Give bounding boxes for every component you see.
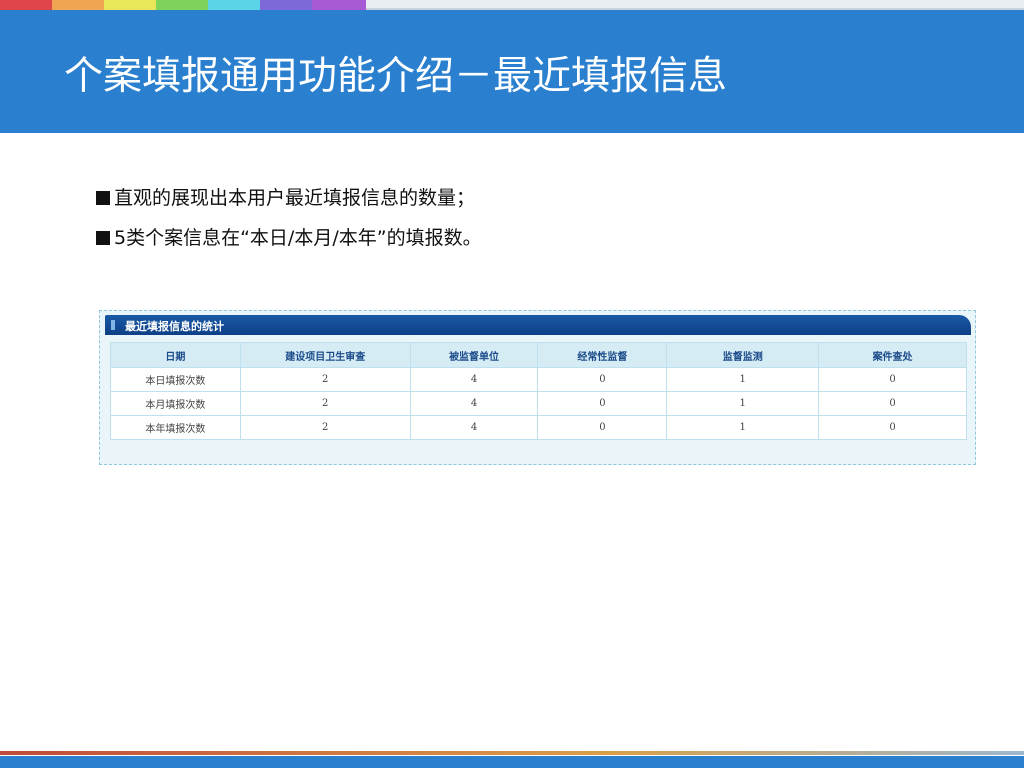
table-row: 本日填报次数 2 4 0 1 0 [110,367,967,392]
row-label: 本月填报次数 [110,391,241,416]
table-cell: 2 [239,415,411,440]
row-label: 本日填报次数 [110,367,241,392]
table-cell: 0 [818,415,967,440]
stripe-segment-yellow [104,0,156,10]
table-cell: 4 [409,415,539,440]
stripe-segment-green [156,0,208,10]
table-cell: 0 [537,367,668,392]
stripe-segment-purple [312,0,366,10]
bottom-band [0,756,1024,768]
table-cell: 2 [239,391,411,416]
table-cell: 4 [409,391,539,416]
row-label: 本年填报次数 [110,415,241,440]
column-header: 建设项目卫生审查 [239,342,411,368]
table-cell: 4 [409,367,539,392]
stripe-segment-orange [52,0,104,10]
column-header: 案件查处 [818,342,967,368]
bullet-item: 直观的展现出本用户最近填报信息的数量； [96,178,976,218]
stats-table: 日期 建设项目卫生审查 被监督单位 经常性监督 监督监测 案件查处 本日填报次数… [110,342,967,440]
top-color-stripe [0,0,1024,10]
stats-panel: 最近填报信息的统计 日期 建设项目卫生审查 被监督单位 经常性监督 监督监测 案… [99,310,976,465]
column-header: 日期 [110,342,241,368]
bottom-divider-line [0,751,1024,755]
square-bullet-icon [96,191,110,205]
column-header: 经常性监督 [537,342,668,368]
stripe-segment-cyan [208,0,260,10]
slide-title: 个案填报通用功能介绍－最近填报信息 [64,54,728,99]
table-cell: 2 [239,367,411,392]
column-header: 被监督单位 [409,342,539,368]
panel-title-bar: 最近填报信息的统计 [105,315,971,335]
bullet-text: 5类个案信息在“本日/本月/本年”的填报数。 [114,227,482,249]
table-cell: 0 [537,415,668,440]
bullet-list: 直观的展现出本用户最近填报信息的数量； 5类个案信息在“本日/本月/本年”的填报… [96,178,976,258]
column-header: 监督监测 [666,342,820,368]
square-bullet-icon [96,231,110,245]
table-cell: 0 [537,391,668,416]
table-cell: 1 [666,367,820,392]
bullet-item: 5类个案信息在“本日/本月/本年”的填报数。 [96,218,976,258]
table-row: 本月填报次数 2 4 0 1 0 [110,391,967,416]
table-header-row: 日期 建设项目卫生审查 被监督单位 经常性监督 监督监测 案件查处 [110,342,967,368]
table-cell: 1 [666,415,820,440]
panel-title: 最近填报信息的统计 [125,320,224,333]
table-row: 本年填报次数 2 4 0 1 0 [110,415,967,440]
bullet-text: 直观的展现出本用户最近填报信息的数量； [114,187,476,209]
stripe-segment-blue [260,0,312,10]
table-cell: 1 [666,391,820,416]
stripe-segment-red [0,0,52,10]
table-cell: 0 [818,391,967,416]
table-cell: 0 [818,367,967,392]
slide-header: 个案填报通用功能介绍－最近填报信息 [0,10,1024,133]
